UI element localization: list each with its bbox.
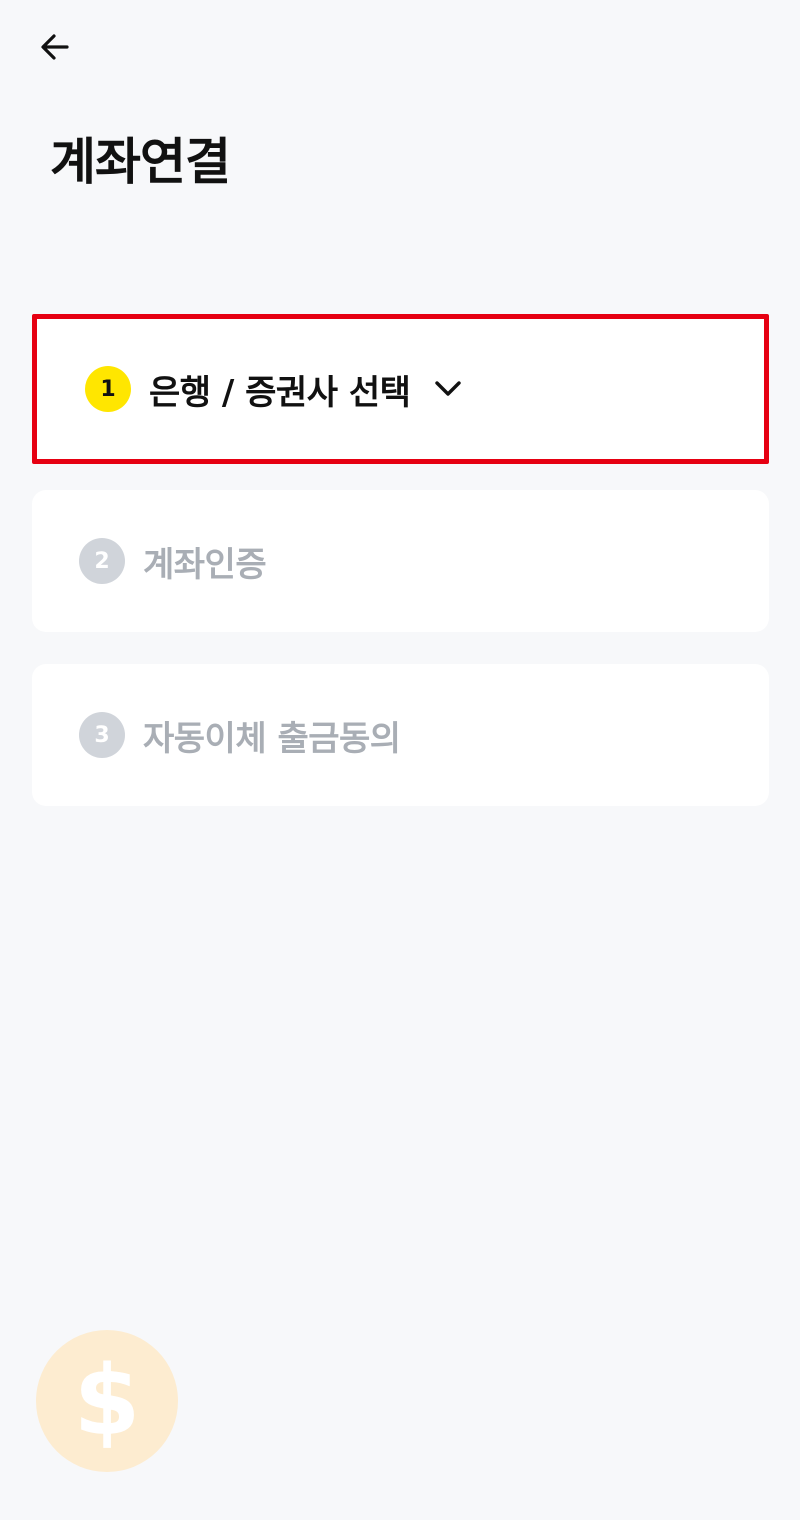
step-auto-transfer-consent: 3 자동이체 출금동의 (32, 664, 769, 806)
step-number-badge: 2 (79, 538, 125, 584)
step-account-verification: 2 계좌인증 (32, 490, 769, 632)
step-label: 계좌인증 (143, 544, 267, 585)
step-label: 은행 / 증권사 선택 (149, 372, 411, 413)
step-number-badge: 3 (79, 712, 125, 758)
step-number-badge: 1 (85, 366, 131, 412)
back-button[interactable] (30, 24, 80, 70)
step-bank-select[interactable]: 1 은행 / 증권사 선택 (32, 314, 769, 464)
arrow-left-icon (41, 34, 69, 60)
dollar-icon: $ (73, 1345, 141, 1457)
page-title: 계좌연결 (50, 133, 231, 191)
step-label: 자동이체 출금동의 (143, 718, 401, 759)
floating-action-button[interactable]: $ (36, 1330, 178, 1472)
chevron-down-icon[interactable] (432, 373, 464, 405)
